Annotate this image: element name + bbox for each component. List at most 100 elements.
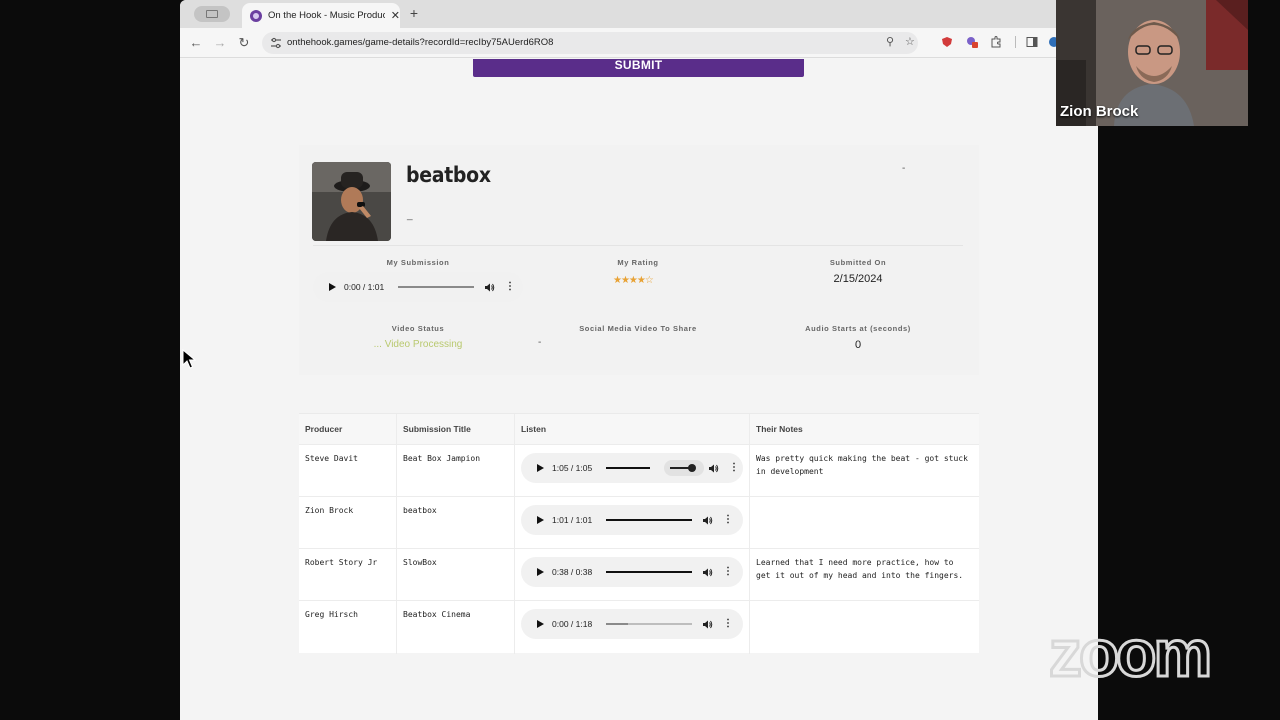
play-icon[interactable] [537,568,544,576]
column-divider [749,414,750,654]
audio-start-label: Audio Starts at (seconds) [805,324,911,333]
column-divider [396,414,397,654]
bookmark-star-icon[interactable]: ☆ [905,35,915,48]
volume-slider[interactable] [664,460,704,476]
rating-stars[interactable]: ★★★★☆ [613,275,654,286]
new-tab-button[interactable]: + [406,6,422,22]
seek-fill [606,571,692,573]
reload-icon[interactable]: ↻ [236,35,252,51]
audio-time: 1:05 / 1:05 [552,463,593,473]
more-options-icon[interactable]: ⋮ [723,515,733,525]
row-divider [299,444,979,445]
row-divider [299,600,979,601]
close-tab-icon[interactable]: ✕ [391,9,400,22]
play-icon[interactable] [329,283,336,291]
volume-icon[interactable] [484,282,495,293]
volume-slider-thumb[interactable] [688,464,696,472]
row-divider [299,496,979,497]
tab-bar: On the Hook - Music Producer ✕ + [180,0,1098,28]
forward-icon[interactable]: → [212,35,228,51]
submitted-on-value: 2/15/2024 [833,273,883,285]
row-audio-player[interactable]: 0:00 / 1:18 ⋮ [521,609,743,639]
browser-window: On the Hook - Music Producer ✕ + ← → ↻ o… [180,0,1098,720]
producer-notes: Was pretty quick making the beat - got s… [756,454,968,476]
audio-seek-bar[interactable] [398,286,474,288]
tab-title: On the Hook - Music Producer [268,10,385,21]
more-options-icon[interactable]: ⋮ [505,282,515,292]
producer-name: Greg Hirsch [305,610,358,619]
page-viewport: SUBMIT beatbox _ - My Submission 0:00 / … [180,59,1098,720]
submission-title: Beat Box Jampion [403,454,481,463]
extensions-puzzle-icon[interactable] [990,36,1002,48]
pinned-tab[interactable] [194,6,230,22]
zoom-participant-video[interactable]: Zion Brock [1056,0,1248,126]
beat-title: beatbox [406,163,491,187]
beat-subtitle: _ [407,210,413,221]
producer-name: Steve Davit [305,454,358,463]
window-icon [206,10,218,18]
url-text: onthehook.games/game-details?recordId=re… [287,37,554,48]
more-options-icon[interactable]: ⋮ [729,463,739,473]
header-listen: Listen [515,414,750,444]
puzzle-badge-extension-icon[interactable] [966,36,978,48]
audio-time: 1:01 / 1:01 [552,515,593,525]
beat-extra-value: - [902,163,906,174]
beat-artwork-image [312,162,391,241]
more-options-icon[interactable]: ⋮ [723,567,733,577]
back-icon[interactable]: ← [188,35,204,51]
my-rating-label: My Rating [617,258,659,267]
submission-title: beatbox [403,506,437,515]
volume-icon[interactable] [708,463,719,474]
submitted-on-label: Submitted On [829,258,887,267]
volume-icon[interactable] [702,515,713,526]
zoom-magnifier-icon[interactable]: ⚲ [886,35,894,48]
audio-seek-bar[interactable] [606,519,692,521]
submit-button[interactable]: SUBMIT [473,59,804,77]
audio-seek-bar[interactable] [606,467,650,469]
audio-time: 0:38 / 0:38 [552,567,593,577]
play-icon[interactable] [537,516,544,524]
participant-name: Zion Brock [1060,103,1139,120]
audio-seek-bar[interactable] [606,571,692,573]
row-divider [299,548,979,549]
producer-notes: Learned that I need more practice, how t… [756,558,964,580]
volume-icon[interactable] [702,567,713,578]
audio-time: 0:00 / 1:18 [552,619,593,629]
play-icon[interactable] [537,620,544,628]
row-audio-player[interactable]: 0:38 / 0:38 ⋮ [521,557,743,587]
my-submission-label: My Submission [386,258,450,267]
site-settings-icon[interactable] [270,37,282,49]
submission-title: Beatbox Cinema [403,610,471,619]
submission-title: SlowBox [403,558,437,567]
site-favicon-icon [250,9,262,22]
side-panel-icon[interactable] [1026,36,1038,48]
audio-start-value: 0 [854,339,862,351]
video-status-value: ... Video Processing [373,339,463,350]
header-producer: Producer [299,414,397,444]
more-options-icon[interactable]: ⋮ [723,619,733,629]
seek-fill [606,519,692,521]
row-audio-player[interactable]: 1:01 / 1:01 ⋮ [521,505,743,535]
video-status-label: Video Status [391,324,445,333]
shield-extension-icon[interactable] [941,36,953,48]
zoom-logo-text: zoom [1049,620,1209,690]
social-video-value: - [538,337,542,348]
toolbar-divider [1015,36,1016,48]
audio-time: 0:00 / 1:01 [344,282,385,292]
producer-name: Zion Brock [305,506,354,515]
volume-icon[interactable] [702,619,713,630]
social-video-label: Social Media Video To Share [579,324,697,333]
producer-name: Robert Story Jr [305,558,378,567]
play-icon[interactable] [537,464,544,472]
my-submission-audio-player[interactable]: 0:00 / 1:01 ⋮ [313,272,523,302]
beat-detail-card: beatbox _ - My Submission 0:00 / 1:01 ⋮ … [299,145,979,375]
row-audio-player[interactable]: 1:05 / 1:05 ⋮ [521,453,743,483]
seek-fill [606,467,650,469]
screen: On the Hook - Music Producer ✕ + ← → ↻ o… [0,0,1280,720]
column-divider [514,414,515,654]
section-divider [313,245,963,246]
submissions-table: Producer Submission Title Listen Their N… [299,413,979,654]
tab-active[interactable]: On the Hook - Music Producer ✕ [242,3,400,28]
audio-seek-bar[interactable] [606,623,692,625]
address-bar[interactable]: onthehook.games/game-details?recordId=re… [262,32,918,54]
